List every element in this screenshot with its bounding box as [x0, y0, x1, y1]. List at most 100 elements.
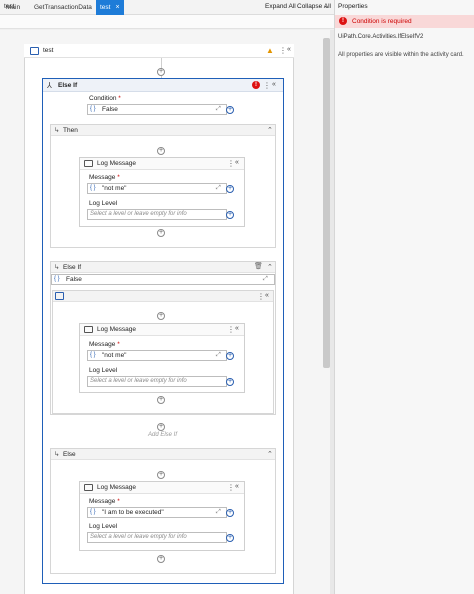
required-mark: * [118, 95, 121, 102]
expand-editor-icon[interactable]: ⤢ [216, 185, 221, 192]
collapse-icon[interactable]: « [272, 81, 276, 88]
error-icon: ! [339, 17, 347, 25]
properties-title: Properties [338, 3, 368, 10]
log-level-placeholder: Select a level or leave empty for info [90, 534, 187, 540]
log-level-label: Log Level [89, 523, 118, 530]
log-message-title: Log Message [97, 326, 137, 333]
add-activity-icon[interactable]: + [157, 471, 165, 479]
add-else-if-button[interactable]: Add Else If [148, 432, 177, 438]
log-level-placeholder: Select a level or leave empty for info [90, 211, 187, 217]
add-activity-icon[interactable]: + [157, 312, 165, 320]
add-else-if-icon[interactable]: + [157, 423, 165, 431]
message-value: "not me" [102, 352, 127, 359]
kebab-menu-icon[interactable]: ⋮ [227, 484, 235, 492]
branch-condition-value: False [66, 276, 82, 283]
add-activity-icon[interactable]: + [157, 396, 165, 404]
message-label-text: Message [89, 498, 116, 505]
error-icon: ! [252, 81, 260, 89]
collapse-icon[interactable]: « [265, 292, 269, 299]
tab-gettransactiondata[interactable]: GetTransactionData [30, 0, 96, 15]
kebab-menu-icon[interactable]: ⋮ [257, 293, 265, 301]
expression-icon[interactable]: { } [90, 509, 96, 515]
collapse-icon[interactable]: « [235, 483, 239, 490]
required-mark: * [117, 174, 120, 181]
expand-all-button[interactable]: Expand All [265, 3, 296, 10]
else-header[interactable] [51, 449, 275, 460]
expression-icon[interactable]: { } [54, 276, 60, 282]
message-label: Message * [89, 498, 120, 505]
add-variable-icon[interactable]: + [226, 509, 234, 517]
add-variable-icon[interactable]: + [226, 185, 234, 193]
message-value: "I am to be executed" [102, 509, 164, 516]
activity-type: UiPath.Core.Activities.IfElseIfV2 [338, 34, 424, 40]
collapse-icon[interactable]: « [235, 325, 239, 332]
properties-note: All properties are visible within the ac… [338, 52, 464, 58]
add-activity-icon[interactable]: + [157, 68, 165, 76]
add-activity-icon[interactable]: + [157, 229, 165, 237]
warning-icon: ▲ [266, 46, 274, 55]
chevron-up-icon[interactable]: ⌃ [267, 126, 273, 134]
log-icon [84, 160, 93, 167]
then-header[interactable] [51, 125, 275, 136]
condition-label-text: Condition [89, 95, 117, 102]
kebab-menu-icon[interactable]: ⋮ [279, 47, 287, 55]
expression-icon[interactable]: { } [90, 352, 96, 358]
collapse-icon[interactable]: « [287, 46, 291, 53]
chevron-up-icon[interactable]: ⌃ [267, 263, 273, 271]
add-variable-icon[interactable]: + [226, 352, 234, 360]
properties-panel [334, 0, 474, 594]
arrow-icon: ↳ [54, 264, 60, 271]
log-message-title: Log Message [97, 484, 137, 491]
then-title: Then [63, 127, 78, 134]
expand-editor-icon[interactable]: ⤢ [216, 509, 221, 516]
arrow-icon: ↳ [54, 451, 60, 458]
tab-label: test [100, 4, 111, 11]
arrow-icon: ↳ [54, 127, 60, 134]
add-activity-icon[interactable]: + [157, 147, 165, 155]
else-if-branch-header[interactable] [51, 262, 275, 273]
else-if-branch-title: Else If [63, 264, 82, 271]
tab-test[interactable]: test × [96, 0, 124, 15]
add-variable-icon[interactable]: + [226, 534, 234, 542]
log-level-label: Log Level [89, 367, 118, 374]
message-label-text: Message [89, 174, 116, 181]
condition-label: Condition * [89, 95, 121, 102]
close-icon[interactable]: × [115, 0, 119, 15]
vertical-scrollbar[interactable] [323, 38, 330, 368]
message-label: Message * [89, 341, 120, 348]
expand-editor-icon[interactable]: ⤢ [263, 276, 268, 283]
branch-sequence-header[interactable] [53, 291, 273, 302]
add-variable-icon[interactable]: + [226, 211, 234, 219]
branch-icon: ⅄ [47, 81, 52, 90]
add-activity-icon[interactable]: + [157, 555, 165, 563]
log-icon [84, 326, 93, 333]
add-variable-icon[interactable]: + [226, 106, 234, 114]
message-label: Message * [89, 174, 120, 181]
trash-icon[interactable]: 🗑 [254, 262, 263, 270]
kebab-menu-icon[interactable]: ⋮ [227, 326, 235, 334]
sequence-icon [30, 47, 39, 55]
chevron-up-icon[interactable]: ⌃ [267, 450, 273, 458]
breadcrumb-bar [0, 15, 334, 29]
message-value: "not me" [102, 185, 127, 192]
log-level-label: Log Level [89, 200, 118, 207]
breadcrumb[interactable]: test [4, 3, 14, 10]
tab-label: GetTransactionData [34, 4, 92, 11]
sequence-title: test [43, 47, 54, 54]
else-if-header[interactable] [43, 79, 283, 92]
branch-condition-input[interactable] [51, 274, 275, 285]
else-title: Else [63, 451, 76, 458]
log-icon [84, 484, 93, 491]
expand-editor-icon[interactable]: ⤢ [216, 106, 221, 113]
error-message: Condition is required [352, 18, 412, 25]
kebab-menu-icon[interactable]: ⋮ [263, 82, 271, 90]
log-level-placeholder: Select a level or leave empty for info [90, 378, 187, 384]
collapse-icon[interactable]: « [235, 159, 239, 166]
expand-editor-icon[interactable]: ⤢ [216, 352, 221, 359]
add-variable-icon[interactable]: + [226, 378, 234, 386]
expression-icon[interactable]: { } [90, 185, 96, 191]
collapse-all-button[interactable]: Collapse All [297, 3, 331, 10]
expression-icon[interactable]: { } [90, 106, 96, 112]
kebab-menu-icon[interactable]: ⋮ [227, 160, 235, 168]
sequence-header[interactable] [24, 44, 294, 58]
